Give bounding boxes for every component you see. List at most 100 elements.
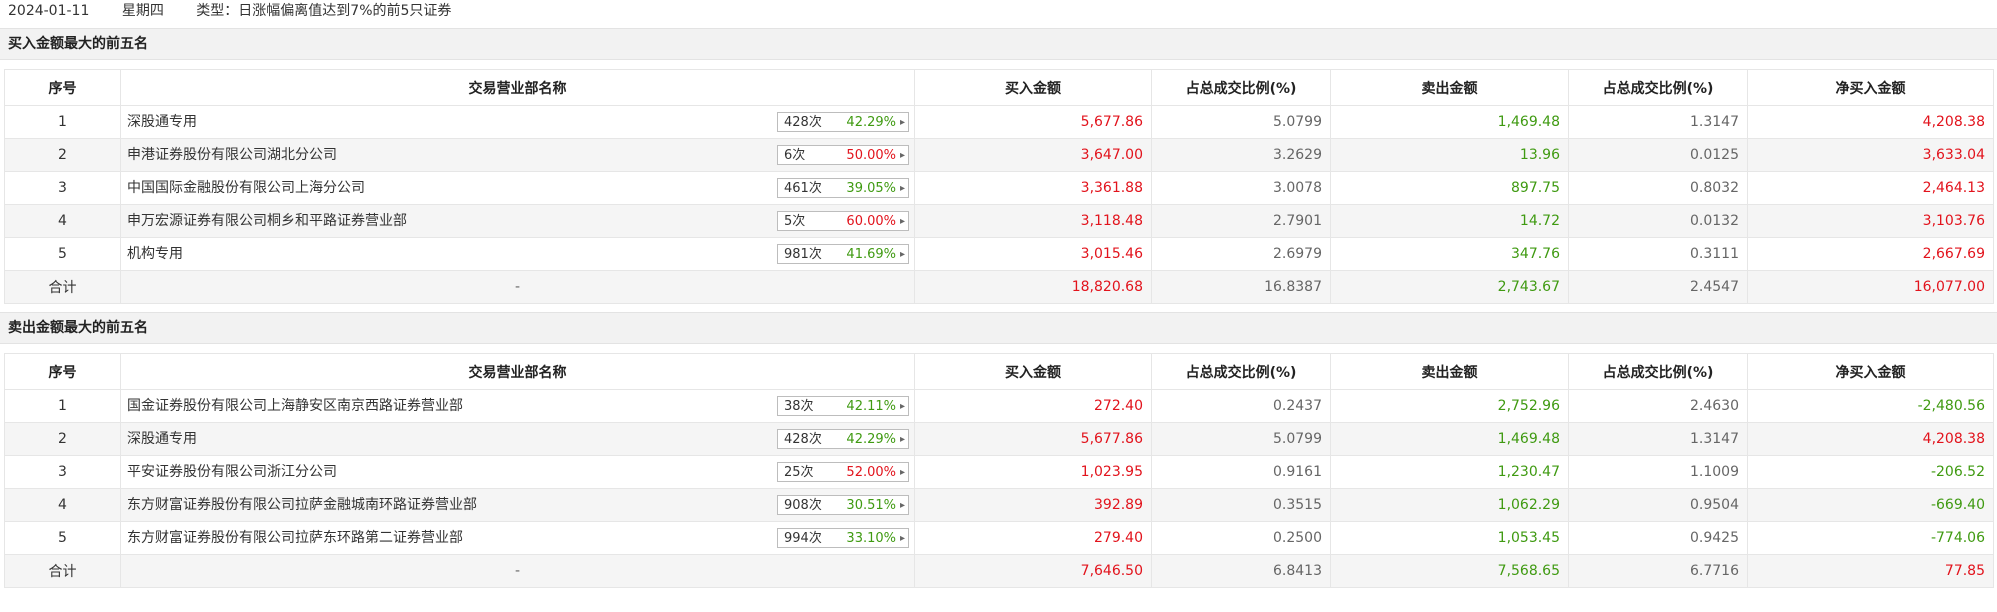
col-header-sell-amount: 卖出金额 <box>1330 69 1569 106</box>
badge-win-rate: 42.29% <box>846 432 896 447</box>
table-row: 5 东方财富证券股份有限公司拉萨东环路第二证券营业部 994次 33.10% ▸ 279.… <box>4 521 1994 555</box>
rank-cell: 4 <box>4 488 121 522</box>
rank-cell: 3 <box>4 171 121 205</box>
sell-ratio-cell: 0.9504 <box>1568 488 1748 522</box>
total-label-cell: 合计 <box>4 270 121 304</box>
buy-ratio-cell: 3.0078 <box>1151 171 1331 205</box>
sell-amount-cell: 897.75 <box>1330 171 1569 205</box>
sell-amount-cell: 1,230.47 <box>1330 455 1569 489</box>
branch-cell: 机构专用 981次 41.69% ▸ <box>120 237 915 271</box>
buy-amount-cell: 3,647.00 <box>914 138 1152 172</box>
rank-cell: 1 <box>4 105 121 139</box>
branch-name-link[interactable]: 国金证券股份有限公司上海静安区南京西路证券营业部 <box>127 390 463 422</box>
buy-table: 序号 交易营业部名称 买入金额 占总成交比例(%) 卖出金额 占总成交比例(%)… <box>4 69 1994 304</box>
branch-name-link[interactable]: 机构专用 <box>127 238 183 270</box>
branch-stats-badge[interactable]: 908次 30.51% ▸ <box>777 495 909 515</box>
branch-cell: 中国国际金融股份有限公司上海分公司 461次 39.05% ▸ <box>120 171 915 205</box>
buy-ratio-cell: 5.0799 <box>1151 105 1331 139</box>
sell-amount-cell: 1,469.48 <box>1330 105 1569 139</box>
branch-cell: 平安证券股份有限公司浙江分公司 25次 52.00% ▸ <box>120 455 915 489</box>
sell-table: 序号 交易营业部名称 买入金额 占总成交比例(%) 卖出金额 占总成交比例(%)… <box>4 353 1994 588</box>
total-label-cell: 合计 <box>4 554 121 588</box>
branch-stats-badge[interactable]: 994次 33.10% ▸ <box>777 528 909 548</box>
buy-amount-cell: 3,015.46 <box>914 237 1152 271</box>
branch-name-link[interactable]: 申万宏源证券有限公司桐乡和平路证券营业部 <box>127 205 407 237</box>
sell-ratio-cell: 1.1009 <box>1568 455 1748 489</box>
buy-section-title: 买入金额最大的前五名 <box>0 28 1997 60</box>
table-row: 3 平安证券股份有限公司浙江分公司 25次 52.00% ▸ 1,023.95 0.9161… <box>4 455 1994 489</box>
sell-ratio-cell: 0.0132 <box>1568 204 1748 238</box>
col-header-rank: 序号 <box>4 69 121 106</box>
branch-stats-badge[interactable]: 428次 42.29% ▸ <box>777 429 909 449</box>
total-buy-amount-cell: 7,646.50 <box>914 554 1152 588</box>
table-header-row: 序号 交易营业部名称 买入金额 占总成交比例(%) 卖出金额 占总成交比例(%)… <box>4 353 1994 390</box>
branch-name-link[interactable]: 申港证券股份有限公司湖北分公司 <box>127 139 337 171</box>
sell-amount-cell: 2,752.96 <box>1330 389 1569 423</box>
total-branch-cell: - <box>120 554 915 588</box>
table-row: 3 中国国际金融股份有限公司上海分公司 461次 39.05% ▸ 3,361.88 3.0… <box>4 171 1994 205</box>
buy-ratio-cell: 5.0799 <box>1151 422 1331 456</box>
buy-ratio-cell: 0.3515 <box>1151 488 1331 522</box>
col-header-sell-amount: 卖出金额 <box>1330 353 1569 390</box>
branch-name-link[interactable]: 东方财富证券股份有限公司拉萨东环路第二证券营业部 <box>127 522 463 554</box>
trade-date: 2024-01-11 <box>8 3 90 19</box>
buy-amount-cell: 3,361.88 <box>914 171 1152 205</box>
col-header-buy-ratio: 占总成交比例(%) <box>1151 69 1331 106</box>
buy-ratio-cell: 0.9161 <box>1151 455 1331 489</box>
sell-ratio-cell: 0.8032 <box>1568 171 1748 205</box>
branch-name-link[interactable]: 平安证券股份有限公司浙江分公司 <box>127 456 337 488</box>
table-row: 1 深股通专用 428次 42.29% ▸ 5,677.86 5.0799 1,469.48 1… <box>4 105 1994 139</box>
buy-ratio-cell: 3.2629 <box>1151 138 1331 172</box>
badge-count: 908次 <box>784 498 822 513</box>
chevron-right-icon: ▸ <box>899 183 905 194</box>
chevron-right-icon: ▸ <box>899 401 905 412</box>
total-row: 合计 -18,820.68 16.8387 2,743.67 2.4547 16,077.… <box>4 270 1994 304</box>
sell-amount-cell: 14.72 <box>1330 204 1569 238</box>
branch-stats-badge[interactable]: 5次 60.00% ▸ <box>777 211 909 231</box>
col-header-net-amount: 净买入金额 <box>1747 69 1994 106</box>
buy-ratio-cell: 2.7901 <box>1151 204 1331 238</box>
branch-stats-badge[interactable]: 428次 42.29% ▸ <box>777 112 909 132</box>
chevron-right-icon: ▸ <box>899 533 905 544</box>
branch-stats-badge[interactable]: 6次 50.00% ▸ <box>777 145 909 165</box>
sell-ratio-cell: 0.3111 <box>1568 237 1748 271</box>
total-buy-ratio-cell: 6.8413 <box>1151 554 1331 588</box>
sell-amount-cell: 1,469.48 <box>1330 422 1569 456</box>
chevron-right-icon: ▸ <box>899 500 905 511</box>
badge-count: 25次 <box>784 465 814 480</box>
badge-win-rate: 41.69% <box>846 247 896 262</box>
buy-ratio-cell: 0.2500 <box>1151 521 1331 555</box>
buy-amount-cell: 392.89 <box>914 488 1152 522</box>
sell-amount-cell: 1,062.29 <box>1330 488 1569 522</box>
badge-count: 6次 <box>784 148 806 163</box>
branch-stats-badge[interactable]: 25次 52.00% ▸ <box>777 462 909 482</box>
badge-count: 428次 <box>784 115 822 130</box>
total-buy-ratio-cell: 16.8387 <box>1151 270 1331 304</box>
branch-name-link[interactable]: 深股通专用 <box>127 423 197 455</box>
branch-stats-badge[interactable]: 461次 39.05% ▸ <box>777 178 909 198</box>
total-sell-ratio-cell: 6.7716 <box>1568 554 1748 588</box>
badge-count: 981次 <box>784 247 822 262</box>
chevron-right-icon: ▸ <box>899 150 905 161</box>
col-header-sell-ratio: 占总成交比例(%) <box>1568 69 1748 106</box>
branch-stats-badge[interactable]: 981次 41.69% ▸ <box>777 244 909 264</box>
buy-amount-cell: 1,023.95 <box>914 455 1152 489</box>
buy-amount-cell: 272.40 <box>914 389 1152 423</box>
total-net-amount-cell: 77.85 <box>1747 554 1994 588</box>
branch-name-link[interactable]: 深股通专用 <box>127 106 197 138</box>
badge-count: 461次 <box>784 181 822 196</box>
chevron-right-icon: ▸ <box>899 467 905 478</box>
trade-type: 类型：日涨幅偏离值达到7%的前5只证券 <box>196 3 452 19</box>
branch-cell: 申万宏源证券有限公司桐乡和平路证券营业部 5次 60.00% ▸ <box>120 204 915 238</box>
buy-amount-cell: 5,677.86 <box>914 422 1152 456</box>
branch-stats-badge[interactable]: 38次 42.11% ▸ <box>777 396 909 416</box>
sell-ratio-cell: 1.3147 <box>1568 105 1748 139</box>
badge-win-rate: 33.10% <box>846 531 896 546</box>
branch-name-link[interactable]: 中国国际金融股份有限公司上海分公司 <box>127 172 365 204</box>
chevron-right-icon: ▸ <box>899 249 905 260</box>
buy-ratio-cell: 2.6979 <box>1151 237 1331 271</box>
sell-ratio-cell: 0.0125 <box>1568 138 1748 172</box>
branch-name-link[interactable]: 东方财富证券股份有限公司拉萨金融城南环路证券营业部 <box>127 489 477 521</box>
net-amount-cell: -206.52 <box>1747 455 1994 489</box>
total-sell-amount-cell: 2,743.67 <box>1330 270 1569 304</box>
